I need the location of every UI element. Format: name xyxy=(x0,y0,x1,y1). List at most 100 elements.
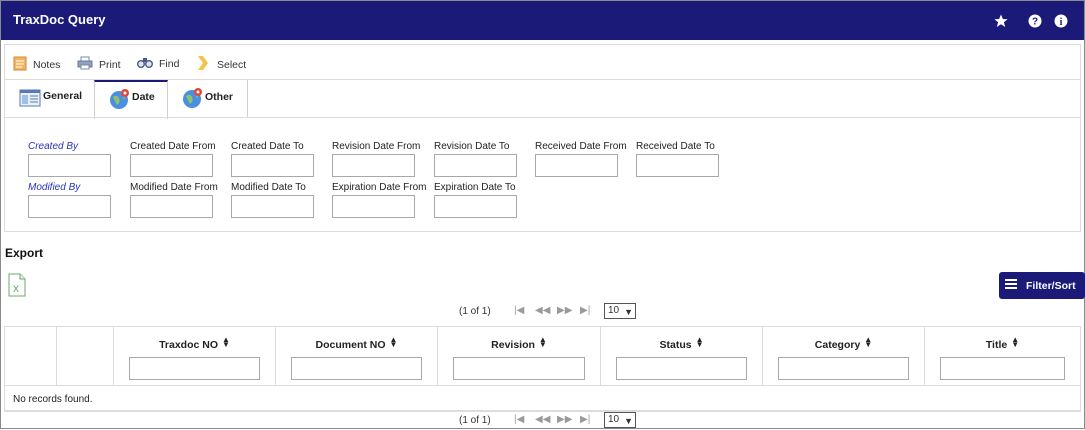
modified-date-to-input[interactable] xyxy=(231,195,314,218)
first-page-icon[interactable]: |◀ xyxy=(514,305,524,316)
tab-other[interactable]: Other xyxy=(168,80,248,118)
column-revision: Revision ▲ ▼ xyxy=(437,327,600,385)
notes-label: Notes xyxy=(33,59,61,71)
title-filter-input[interactable] xyxy=(940,357,1065,380)
column-header[interactable]: Title ▲ ▼ xyxy=(925,336,1080,352)
select-column xyxy=(5,327,56,385)
print-label: Print xyxy=(99,58,121,71)
column-document-no: Document NO ▲ ▼ xyxy=(275,327,437,385)
received-date-to-field: Received Date To xyxy=(636,141,719,177)
revision-date-to-input[interactable] xyxy=(434,154,517,177)
results-grid: Traxdoc NO ▲ ▼ Document NO ▲ ▼ Revision ▲ ▼ St… xyxy=(4,326,1081,412)
info-icon[interactable]: i xyxy=(1054,14,1068,28)
select-button[interactable]: Select xyxy=(197,56,246,73)
column-header[interactable]: Revision ▲ ▼ xyxy=(438,336,600,352)
modified-date-from-input[interactable] xyxy=(130,195,213,218)
date-criteria-panel: Created By Created Date From Created Dat… xyxy=(4,117,1081,232)
find-label: Find xyxy=(159,57,180,70)
sort-icon[interactable]: ▲ ▼ xyxy=(390,336,398,349)
expiration-date-from-input[interactable] xyxy=(332,195,415,218)
column-title: Title ▲ ▼ xyxy=(924,327,1080,385)
status-filter-input[interactable] xyxy=(616,357,747,380)
created-date-from-label: Created Date From xyxy=(130,141,216,152)
received-date-from-input[interactable] xyxy=(535,154,618,177)
column-traxdoc-no: Traxdoc NO ▲ ▼ xyxy=(113,327,275,385)
help-icon[interactable]: ? xyxy=(1028,14,1042,28)
star-icon[interactable] xyxy=(994,14,1008,28)
received-date-to-input[interactable] xyxy=(636,154,719,177)
sort-icon[interactable]: ▲ ▼ xyxy=(864,336,872,349)
column-header[interactable]: Traxdoc NO ▲ ▼ xyxy=(114,336,275,352)
category-filter-input[interactable] xyxy=(778,357,909,380)
next-page-icon[interactable]: ▶▶ xyxy=(557,305,572,316)
chevron-down-icon: ▼ xyxy=(624,416,633,426)
created-date-to-field: Created Date To xyxy=(231,141,314,177)
sort-icon[interactable]: ▲ ▼ xyxy=(1011,336,1019,349)
select-label: Select xyxy=(217,58,247,71)
created-by-link[interactable]: Created By xyxy=(28,141,78,152)
expand-column xyxy=(56,327,113,385)
grid-body: No records found. xyxy=(5,386,1080,411)
excel-icon[interactable]: X xyxy=(8,273,26,300)
svg-text:i: i xyxy=(1060,17,1063,28)
globe-icon xyxy=(109,88,131,113)
pager-top: (1 of 1) |◀ ◀◀ ▶▶ ▶| 10 ▼ xyxy=(4,302,1081,322)
svg-text:?: ? xyxy=(1032,17,1038,28)
first-page-icon[interactable]: |◀ xyxy=(514,414,524,425)
sort-icon[interactable]: ▲ ▼ xyxy=(222,336,230,349)
sort-icon[interactable]: ▲ ▼ xyxy=(539,336,547,349)
expiration-date-to-field: Expiration Date To xyxy=(434,182,517,218)
notes-button[interactable]: Notes xyxy=(13,56,60,74)
created-date-to-input[interactable] xyxy=(231,154,314,177)
received-date-to-label: Received Date To xyxy=(636,141,715,152)
column-header[interactable]: Category ▲ ▼ xyxy=(763,336,924,352)
tab-strip: General Date Other xyxy=(4,79,1081,119)
document-no-filter-input[interactable] xyxy=(291,357,422,380)
prev-page-icon[interactable]: ◀◀ xyxy=(535,414,550,425)
sort-icon[interactable]: ▲ ▼ xyxy=(696,336,704,349)
print-button[interactable]: Print xyxy=(77,56,121,73)
menu-icon xyxy=(1005,279,1017,292)
column-category: Category ▲ ▼ xyxy=(762,327,924,385)
prev-page-icon[interactable]: ◀◀ xyxy=(535,305,550,316)
find-button[interactable]: Find xyxy=(137,56,179,71)
revision-filter-input[interactable] xyxy=(453,357,585,380)
modified-by-field: Modified By xyxy=(28,182,111,218)
created-date-from-field: Created Date From xyxy=(130,141,216,177)
received-date-from-label: Received Date From xyxy=(535,141,627,152)
revision-date-from-field: Revision Date From xyxy=(332,141,420,177)
modified-by-input[interactable] xyxy=(28,195,111,218)
last-page-icon[interactable]: ▶| xyxy=(580,305,590,316)
binoculars-icon xyxy=(137,56,153,71)
pager-bottom: (1 of 1) |◀ ◀◀ ▶▶ ▶| 10 ▼ xyxy=(4,410,1081,430)
revision-date-from-input[interactable] xyxy=(332,154,415,177)
modified-date-from-label: Modified Date From xyxy=(130,182,218,193)
page-count: (1 of 1) xyxy=(459,306,491,317)
modified-by-link[interactable]: Modified By xyxy=(28,182,80,193)
column-status: Status ▲ ▼ xyxy=(600,327,762,385)
page-size-select[interactable]: 10 ▼ xyxy=(604,303,636,319)
column-header[interactable]: Document NO ▲ ▼ xyxy=(276,336,437,352)
filter-sort-button[interactable]: Filter/Sort xyxy=(999,272,1085,299)
next-page-icon[interactable]: ▶▶ xyxy=(557,414,572,425)
print-icon xyxy=(77,56,93,73)
expiration-date-to-input[interactable] xyxy=(434,195,517,218)
created-by-field: Created By xyxy=(28,141,111,177)
last-page-icon[interactable]: ▶| xyxy=(580,414,590,425)
created-date-from-input[interactable] xyxy=(130,154,213,177)
traxdoc-no-filter-input[interactable] xyxy=(129,357,260,380)
page-size-select[interactable]: 10 ▼ xyxy=(604,412,636,428)
modified-date-from-field: Modified Date From xyxy=(130,182,218,218)
received-date-from-field: Received Date From xyxy=(535,141,627,177)
tab-general[interactable]: General xyxy=(5,80,93,118)
column-header[interactable]: Status ▲ ▼ xyxy=(601,336,762,352)
no-records-message: No records found. xyxy=(13,394,93,405)
tab-date[interactable]: Date xyxy=(94,80,168,119)
chevron-down-icon: ▼ xyxy=(624,307,633,317)
created-by-input[interactable] xyxy=(28,154,111,177)
title-bar: TraxDoc Query ? i xyxy=(1,1,1084,40)
filter-sort-label: Filter/Sort xyxy=(1026,279,1076,292)
grid-header: Traxdoc NO ▲ ▼ Document NO ▲ ▼ Revision ▲ ▼ St… xyxy=(5,327,1080,386)
expiration-date-to-label: Expiration Date To xyxy=(434,182,516,193)
modified-date-to-label: Modified Date To xyxy=(231,182,306,193)
